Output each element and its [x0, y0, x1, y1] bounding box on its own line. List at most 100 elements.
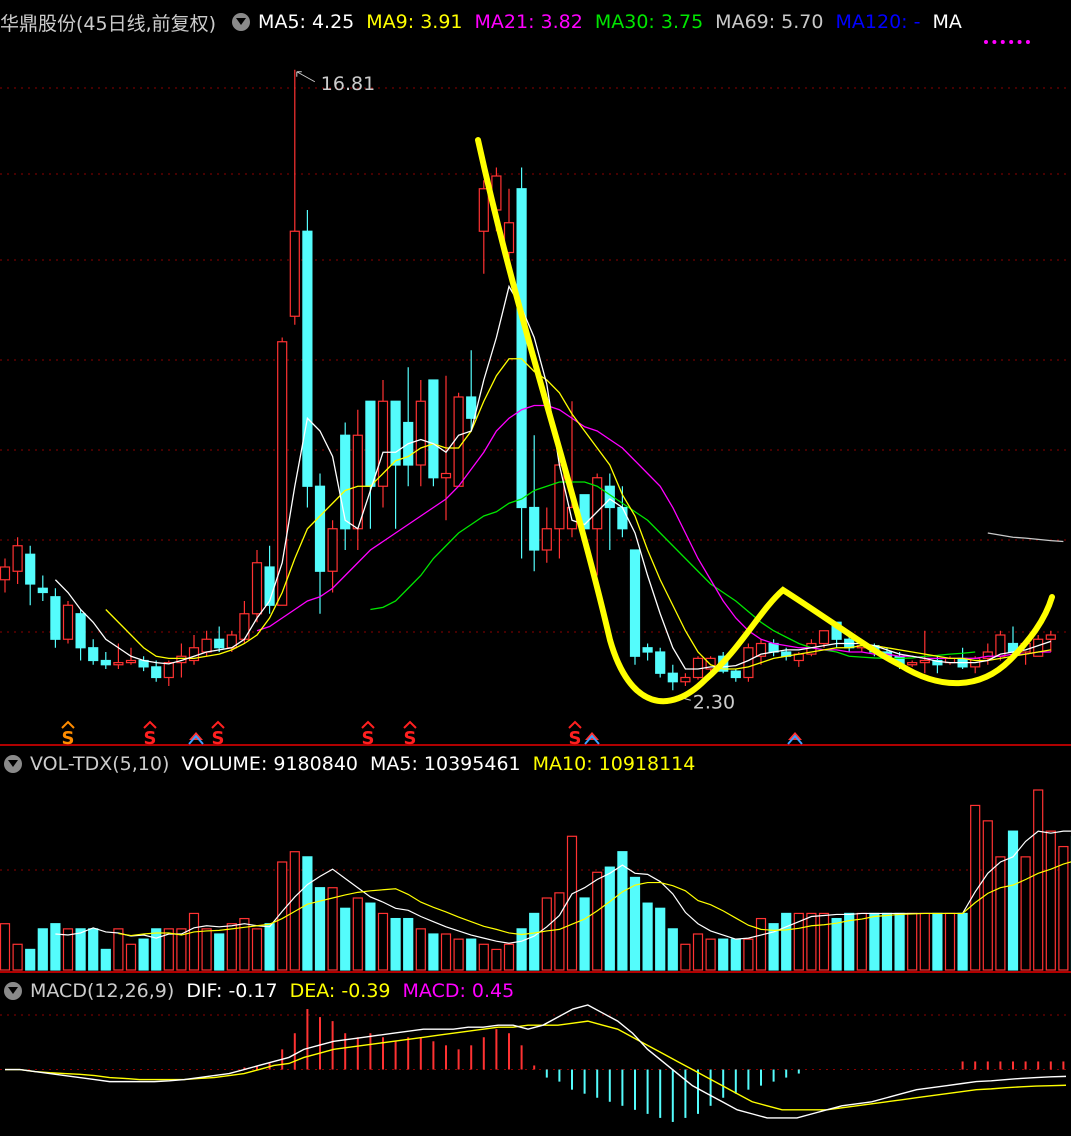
volume-bar	[125, 943, 137, 971]
volume-bar	[919, 912, 930, 971]
candle-body	[390, 400, 401, 466]
candle-body	[314, 485, 326, 572]
volume-bar	[37, 928, 48, 971]
candle-body	[743, 647, 754, 679]
ma5-line	[54, 284, 1052, 670]
volume-bar	[100, 948, 111, 971]
candle-body	[50, 596, 61, 640]
volume-bar	[453, 938, 464, 971]
volume-bar	[1020, 856, 1031, 971]
volume-bar	[390, 917, 401, 971]
sell-signal-marker: S	[212, 728, 225, 749]
volume-bar	[566, 835, 578, 971]
candle-body	[529, 506, 540, 551]
candle-body	[100, 659, 111, 666]
candle-body	[289, 230, 300, 317]
low-price-label: 2.30	[693, 691, 735, 713]
volume-bar	[806, 912, 817, 971]
volume-bar	[25, 948, 36, 971]
ma69-line	[987, 532, 1064, 543]
candle-body	[75, 613, 86, 649]
stock-chart-canvas: 16.81 2.30 S S S S S S	[0, 69, 1071, 1122]
volume-bar	[554, 892, 565, 971]
volume-bar	[818, 912, 830, 971]
candle-body	[680, 676, 691, 683]
volume-bar	[491, 948, 502, 971]
candle-body	[415, 400, 426, 466]
candle-body	[251, 562, 263, 615]
volume-bar	[478, 943, 489, 971]
volume-bar	[327, 887, 338, 971]
volume-bar	[264, 923, 275, 971]
candle-body	[340, 434, 351, 530]
candle-body	[151, 666, 162, 679]
volume-bar	[907, 912, 918, 971]
candle-body	[88, 647, 99, 662]
sell-signal-marker: S	[404, 728, 417, 749]
volume-bar	[529, 912, 540, 971]
candle-body	[478, 188, 489, 232]
candle-body	[163, 662, 174, 679]
candle-body	[302, 230, 313, 487]
macd-dif-line	[5, 1004, 1067, 1119]
candle-body	[667, 672, 678, 683]
volume-bar	[957, 912, 968, 971]
candle-body	[62, 604, 74, 640]
volume-bar	[138, 938, 149, 971]
volume-bar	[781, 912, 792, 971]
volume-bar	[856, 912, 867, 971]
candle-body	[516, 188, 527, 509]
volume-bar	[579, 897, 590, 971]
candle-body	[453, 396, 464, 487]
volume-bar	[151, 928, 162, 971]
volume-bar	[592, 871, 603, 971]
annotation-curve	[475, 137, 1055, 705]
candle-body	[907, 662, 918, 666]
macd-dea-line	[5, 1020, 1067, 1111]
volume-bar	[365, 902, 376, 971]
candle-body	[37, 587, 48, 594]
candle-body	[1045, 634, 1056, 640]
candle-body	[113, 662, 124, 666]
candle-body	[818, 630, 830, 645]
candle-body	[25, 553, 36, 585]
volume-bar	[604, 866, 615, 971]
candle-body	[1033, 638, 1044, 657]
candle-body	[541, 528, 552, 551]
volume-bar	[932, 912, 943, 971]
candle-body	[466, 396, 477, 419]
sell-signal-marker: S	[62, 728, 75, 749]
volume-bar	[944, 912, 956, 971]
volume-bar	[667, 928, 678, 971]
volume-bar	[1045, 830, 1056, 971]
volume-bar	[1033, 789, 1044, 971]
volume-bar	[995, 856, 1006, 971]
volume-bar	[692, 933, 704, 971]
volume-bar	[214, 933, 225, 971]
candle-body	[730, 670, 741, 679]
volume-bar	[201, 928, 212, 971]
volume-bar	[743, 938, 754, 971]
sell-signal-marker: S	[144, 728, 157, 749]
volume-bar	[655, 907, 666, 971]
candle-body	[327, 528, 338, 572]
candle-body	[214, 638, 225, 649]
candle-body	[12, 545, 23, 572]
volume-bar	[705, 938, 716, 971]
volume-bar	[844, 912, 855, 971]
volume-bar	[340, 907, 351, 971]
volume-bar	[541, 897, 552, 971]
candle-body	[0, 566, 11, 581]
volume-bar	[881, 912, 893, 971]
candle-body	[428, 379, 439, 479]
volume-bar	[251, 928, 263, 971]
high-pointer	[296, 71, 316, 83]
volume-bar	[75, 928, 86, 971]
candle-body	[919, 659, 930, 664]
candle-body	[629, 549, 641, 657]
volume-bar	[718, 938, 729, 971]
volume-bar	[352, 897, 363, 971]
volume-bar	[88, 928, 99, 971]
volume-bar	[1007, 830, 1019, 971]
volume-bar	[415, 928, 426, 971]
